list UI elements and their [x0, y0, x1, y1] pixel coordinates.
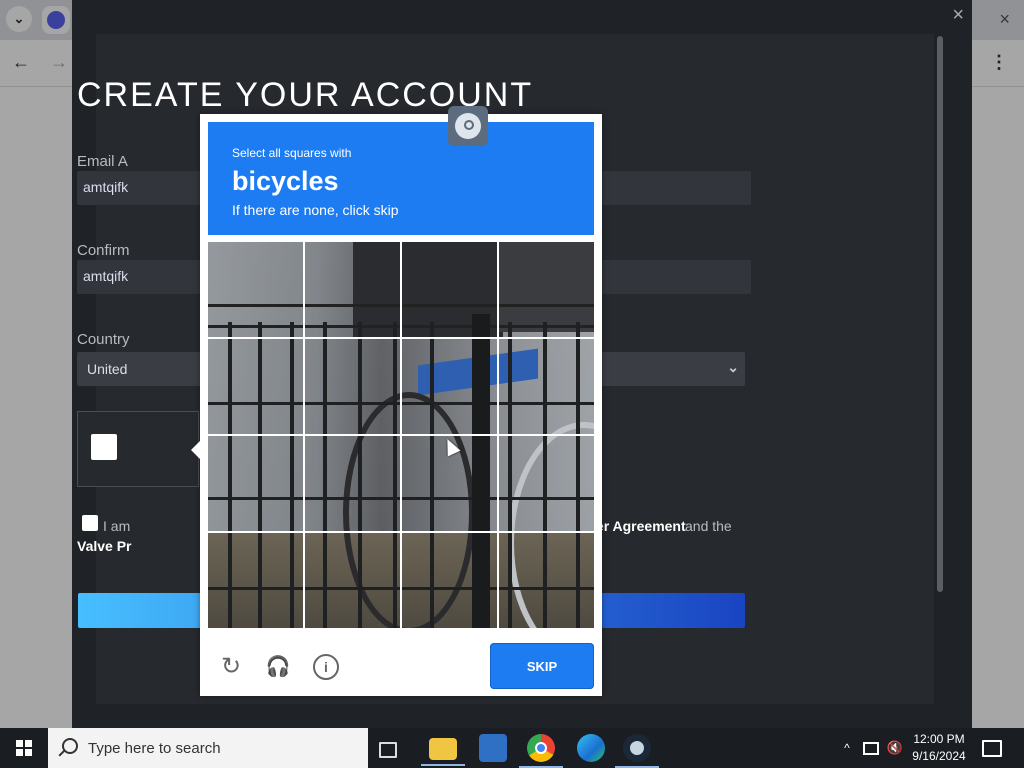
country-label: Country — [77, 331, 130, 348]
windows-logo-icon — [16, 740, 32, 756]
grid-cell[interactable] — [499, 242, 594, 338]
grid-cell[interactable] — [305, 339, 401, 435]
challenge-pointer — [191, 441, 200, 459]
scrollbar-thumb[interactable] — [937, 36, 943, 592]
grid-cell[interactable] — [208, 436, 304, 532]
clock[interactable]: 12:00 PM 9/16/2024 — [908, 731, 970, 765]
confirm-email-value: amtqifk — [83, 268, 129, 284]
country-value: United — [87, 361, 128, 377]
grid-cell[interactable] — [208, 533, 304, 628]
grid-cell[interactable] — [499, 339, 594, 435]
challenge-image-grid — [208, 242, 594, 628]
captcha-challenge: Select all squares with bicycles If ther… — [191, 106, 602, 696]
captcha-widget — [77, 411, 199, 487]
headphones-icon[interactable]: 🎧 — [265, 654, 291, 680]
microsoft-store-icon[interactable] — [479, 734, 507, 762]
chevron-down-icon: ⌄ — [727, 359, 739, 375]
taskbar: Type here to search ^ 🔇 12:00 PM 9/16/20… — [0, 728, 1024, 768]
agree-checkbox[interactable] — [82, 515, 98, 531]
agree-text: I am — [103, 518, 131, 534]
start-button[interactable] — [0, 728, 48, 768]
grid-cell[interactable] — [402, 533, 498, 628]
edge-icon[interactable] — [577, 734, 605, 762]
refresh-icon[interactable]: ↻ — [218, 654, 244, 680]
chrome-icon[interactable] — [519, 734, 563, 768]
skip-button[interactable]: SKIP — [490, 643, 594, 689]
notification-icon[interactable] — [982, 740, 1002, 757]
grid-cell[interactable] — [402, 242, 498, 338]
grid-cell[interactable] — [305, 242, 401, 338]
network-icon[interactable] — [862, 728, 880, 768]
search-icon — [62, 738, 78, 754]
file-explorer-icon[interactable] — [421, 738, 465, 766]
steam-icon[interactable] — [615, 734, 659, 768]
email-label: Email A — [77, 153, 128, 170]
volume-muted-icon[interactable]: 🔇 — [884, 728, 906, 768]
challenge-hint: If there are none, click skip — [232, 202, 399, 218]
valve-privacy-link[interactable]: Valve Pr — [77, 538, 132, 554]
clock-time: 12:00 PM — [913, 732, 965, 746]
grid-cell[interactable] — [305, 533, 401, 628]
info-icon[interactable]: i — [313, 654, 339, 680]
chevron-up-icon[interactable]: ^ — [838, 728, 856, 768]
grid-cell[interactable] — [208, 339, 304, 435]
grid-cell[interactable] — [208, 242, 304, 338]
grid-cell[interactable] — [402, 339, 498, 435]
grid-cell[interactable] — [499, 436, 594, 532]
search-placeholder: Type here to search — [88, 740, 221, 757]
challenge-prompt: Select all squares with — [232, 146, 352, 160]
challenge-header: Select all squares with bicycles If ther… — [208, 122, 594, 235]
clock-date: 9/16/2024 — [912, 749, 966, 763]
grid-cell[interactable] — [499, 533, 594, 628]
agree-text-rest: and the — [685, 518, 732, 534]
taskbar-search[interactable]: Type here to search — [48, 728, 368, 768]
challenge-keyword: bicycles — [232, 166, 339, 196]
confirm-email-label: Confirm — [77, 242, 130, 259]
captcha-checkbox[interactable] — [91, 434, 117, 460]
modal-close-button[interactable]: × — [952, 4, 964, 27]
task-view-icon[interactable] — [379, 742, 397, 758]
steam-logo-icon — [448, 106, 488, 146]
email-value: amtqifk — [83, 179, 129, 195]
grid-cell[interactable] — [305, 436, 401, 532]
